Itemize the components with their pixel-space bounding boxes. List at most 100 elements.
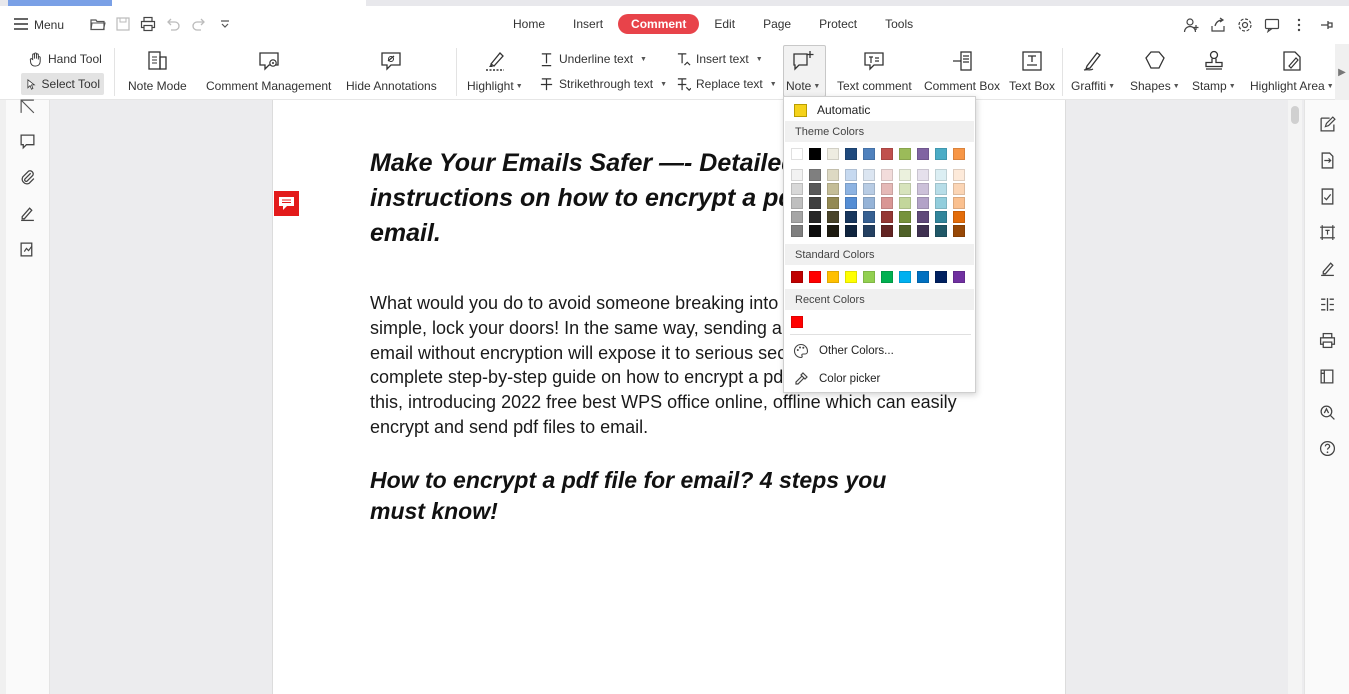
text-box-button[interactable]: Text Box xyxy=(1009,44,1055,93)
edit-icon[interactable] xyxy=(1317,114,1337,134)
standard-color-swatch[interactable] xyxy=(845,271,857,283)
theme-shade-swatch[interactable] xyxy=(899,225,911,237)
standard-color-swatch[interactable] xyxy=(881,271,893,283)
select-tool-button[interactable]: Select Tool xyxy=(21,73,104,95)
text-comment-button[interactable]: Text comment xyxy=(837,44,912,93)
theme-shade-swatch[interactable] xyxy=(917,183,929,195)
theme-shade-swatch[interactable] xyxy=(845,183,857,195)
theme-color-swatch[interactable] xyxy=(791,148,803,160)
print-icon[interactable] xyxy=(139,15,157,33)
theme-shade-swatch[interactable] xyxy=(935,225,947,237)
compare-icon[interactable] xyxy=(1317,294,1337,314)
menu-button[interactable]: Menu xyxy=(14,14,64,36)
tab-edit[interactable]: Edit xyxy=(701,14,748,34)
print-side-icon[interactable] xyxy=(1317,330,1337,350)
theme-color-swatch[interactable] xyxy=(935,148,947,160)
theme-shade-swatch[interactable] xyxy=(809,183,821,195)
recent-color-swatch[interactable] xyxy=(791,316,803,328)
highlight-button[interactable]: Highlight ▼ xyxy=(467,44,523,93)
note-annotation-marker[interactable] xyxy=(274,191,299,216)
theme-shade-swatch[interactable] xyxy=(791,169,803,181)
stamp-button[interactable]: Stamp ▼ xyxy=(1192,44,1236,93)
theme-shade-swatch[interactable] xyxy=(881,183,893,195)
theme-color-swatch[interactable] xyxy=(809,148,821,160)
standard-color-swatch[interactable] xyxy=(791,271,803,283)
standard-color-swatch[interactable] xyxy=(917,271,929,283)
fill-sign-icon[interactable] xyxy=(1317,186,1337,206)
theme-shade-swatch[interactable] xyxy=(881,197,893,209)
shapes-button[interactable]: Shapes ▼ xyxy=(1130,44,1180,93)
pdf-convert-icon[interactable] xyxy=(1317,150,1337,170)
theme-shade-swatch[interactable] xyxy=(899,211,911,223)
redo-icon[interactable] xyxy=(190,15,208,33)
color-picker-option[interactable]: Color picker xyxy=(784,367,975,391)
theme-shade-swatch[interactable] xyxy=(845,169,857,181)
theme-color-swatch[interactable] xyxy=(899,148,911,160)
theme-shade-swatch[interactable] xyxy=(827,183,839,195)
tab-comment[interactable]: Comment xyxy=(618,14,700,34)
theme-shade-swatch[interactable] xyxy=(899,197,911,209)
hide-annotations-button[interactable]: Hide Annotations xyxy=(346,44,437,93)
theme-shade-swatch[interactable] xyxy=(953,183,965,195)
tab-insert[interactable]: Insert xyxy=(560,14,616,34)
standard-color-swatch[interactable] xyxy=(809,271,821,283)
standard-color-swatch[interactable] xyxy=(863,271,875,283)
theme-shade-swatch[interactable] xyxy=(791,197,803,209)
theme-color-swatch[interactable] xyxy=(827,148,839,160)
theme-color-swatch[interactable] xyxy=(863,148,875,160)
theme-color-swatch[interactable] xyxy=(917,148,929,160)
comment-box-button[interactable]: Comment Box xyxy=(924,44,1000,93)
theme-shade-swatch[interactable] xyxy=(809,225,821,237)
undo-icon[interactable] xyxy=(164,15,182,33)
theme-shade-swatch[interactable] xyxy=(881,211,893,223)
tab-protect[interactable]: Protect xyxy=(806,14,870,34)
comment-management-button[interactable]: Comment Management xyxy=(206,44,331,93)
standard-color-swatch[interactable] xyxy=(935,271,947,283)
standard-color-swatch[interactable] xyxy=(953,271,965,283)
theme-shade-swatch[interactable] xyxy=(935,211,947,223)
theme-shade-swatch[interactable] xyxy=(917,225,929,237)
theme-shade-swatch[interactable] xyxy=(863,183,875,195)
share-user-icon[interactable] xyxy=(1182,16,1200,34)
book-icon[interactable] xyxy=(1317,366,1337,386)
theme-shade-swatch[interactable] xyxy=(917,197,929,209)
comment-panel-icon[interactable] xyxy=(17,131,37,151)
pin-icon[interactable] xyxy=(1317,16,1335,34)
theme-shade-swatch[interactable] xyxy=(917,211,929,223)
find-replace-icon[interactable] xyxy=(1317,402,1337,422)
more-options-icon[interactable] xyxy=(1290,16,1308,34)
redact-pen-icon[interactable] xyxy=(1317,258,1337,278)
theme-shade-swatch[interactable] xyxy=(881,169,893,181)
customize-toolbar-icon[interactable] xyxy=(216,15,234,33)
ribbon-scroll-right[interactable]: ▶ xyxy=(1335,44,1349,100)
theme-shade-swatch[interactable] xyxy=(935,183,947,195)
theme-shade-swatch[interactable] xyxy=(899,169,911,181)
tab-page[interactable]: Page xyxy=(750,14,804,34)
theme-shade-swatch[interactable] xyxy=(863,211,875,223)
theme-shade-swatch[interactable] xyxy=(791,225,803,237)
theme-shade-swatch[interactable] xyxy=(953,211,965,223)
theme-shade-swatch[interactable] xyxy=(935,197,947,209)
standard-color-swatch[interactable] xyxy=(899,271,911,283)
theme-shade-swatch[interactable] xyxy=(953,197,965,209)
standard-color-swatch[interactable] xyxy=(827,271,839,283)
save-icon[interactable] xyxy=(114,15,132,33)
theme-color-swatch[interactable] xyxy=(881,148,893,160)
automatic-color-option[interactable]: Automatic xyxy=(784,99,975,121)
attachment-icon[interactable] xyxy=(17,167,37,187)
tab-home[interactable]: Home xyxy=(500,14,558,34)
open-folder-icon[interactable] xyxy=(89,15,107,33)
theme-shade-swatch[interactable] xyxy=(953,225,965,237)
note-button[interactable]: Note ▼ xyxy=(786,44,820,93)
replace-text-button[interactable]: Replace text ▼ xyxy=(676,73,777,95)
form-icon[interactable] xyxy=(17,239,37,259)
theme-shade-swatch[interactable] xyxy=(845,197,857,209)
crop-icon[interactable] xyxy=(1317,222,1337,242)
theme-color-swatch[interactable] xyxy=(953,148,965,160)
theme-shade-swatch[interactable] xyxy=(827,225,839,237)
theme-shade-swatch[interactable] xyxy=(863,169,875,181)
tab-tools[interactable]: Tools xyxy=(872,14,926,34)
export-icon[interactable] xyxy=(1209,16,1227,34)
theme-shade-swatch[interactable] xyxy=(863,225,875,237)
graffiti-button[interactable]: Graffiti ▼ xyxy=(1071,44,1115,93)
